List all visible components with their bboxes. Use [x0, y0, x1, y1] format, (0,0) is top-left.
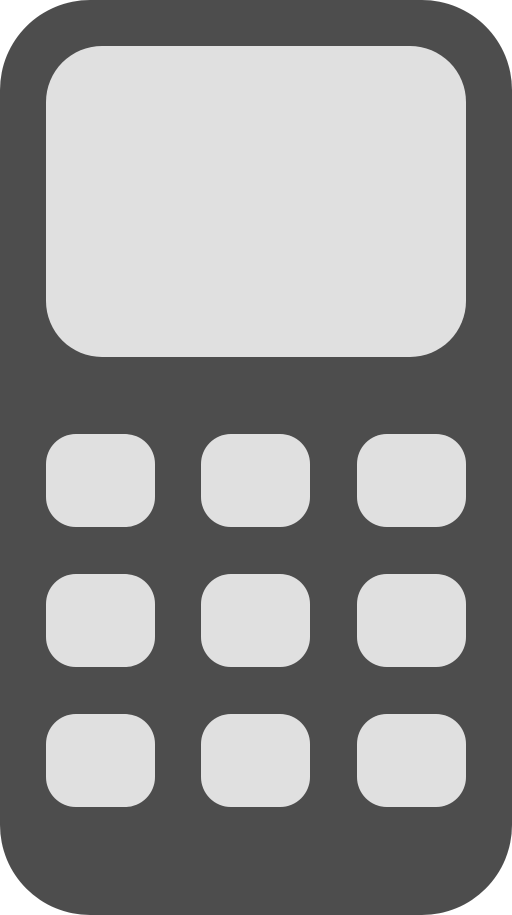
keypad-key	[357, 434, 466, 527]
keypad-key	[46, 574, 155, 667]
keypad-key	[46, 714, 155, 807]
keypad-key	[201, 434, 310, 527]
keypad-key	[201, 574, 310, 667]
keypad-key	[46, 434, 155, 527]
keypad-key	[357, 574, 466, 667]
phone-screen	[46, 46, 466, 357]
mobile-phone-icon	[0, 0, 512, 915]
keypad-key	[201, 714, 310, 807]
keypad-key	[357, 714, 466, 807]
phone-keypad	[46, 434, 466, 807]
